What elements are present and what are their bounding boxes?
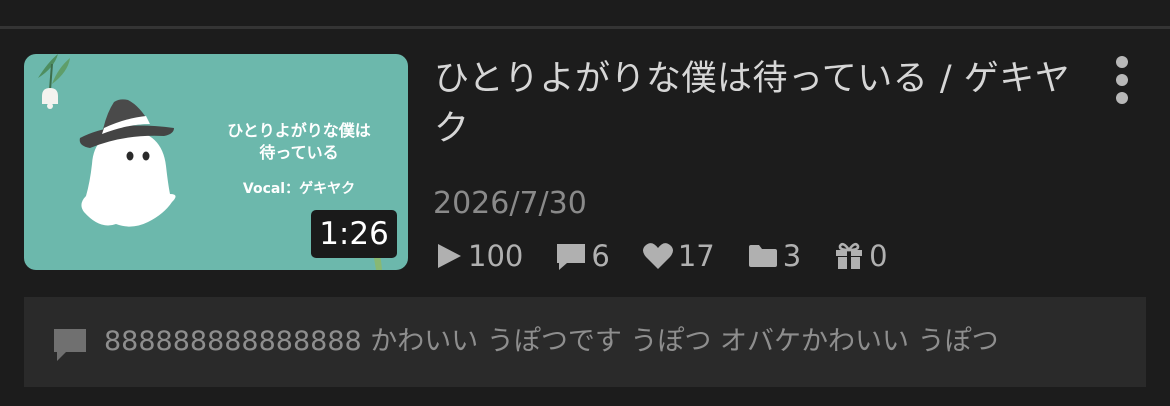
gift-count-value: 0 <box>869 239 888 273</box>
comment-count-value: 6 <box>591 239 610 273</box>
more-options-button[interactable] <box>1104 52 1140 108</box>
comment-icon <box>54 329 86 361</box>
top-divider <box>0 26 1170 29</box>
folder-icon <box>748 245 777 267</box>
video-thumbnail[interactable]: ひとりよがりな僕は 待っている Vocal：ゲキヤク 1:26 <box>24 54 408 270</box>
latest-comments-bar[interactable]: 888888888888888 かわいい うぽつです うぽつ オバケかわいい う… <box>24 297 1146 387</box>
play-count: 100 <box>434 239 523 273</box>
like-count-value: 17 <box>677 239 715 273</box>
more-vertical-icon <box>1116 56 1128 68</box>
duration-badge: 1:26 <box>311 210 397 258</box>
more-dot-middle <box>1116 74 1128 86</box>
like-count: 17 <box>642 239 715 273</box>
play-count-value: 100 <box>468 239 524 273</box>
video-list-page: ひとりよがりな僕は 待っている Vocal：ゲキヤク 1:26 ひとりよがりな僕… <box>0 0 1170 406</box>
stats-row: 100 6 17 3 0 <box>434 236 920 276</box>
comment-icon <box>557 244 586 270</box>
upload-date: 2026/7/30 <box>433 186 587 221</box>
mylist-count: 3 <box>747 239 801 273</box>
gift-count: 0 <box>833 239 888 273</box>
comment-count: 6 <box>555 239 610 273</box>
heart-icon <box>642 243 673 269</box>
play-icon <box>438 244 461 268</box>
gift-icon <box>836 242 863 269</box>
latest-comments-text: 888888888888888 かわいい うぽつです うぽつ オバケかわいい う… <box>104 326 999 357</box>
video-title[interactable]: ひとりよがりな僕は待っている / ゲキヤク <box>434 54 1074 154</box>
mylist-count-value: 3 <box>782 239 802 273</box>
thumbnail-title: ひとりよがりな僕は 待っている <box>227 121 371 162</box>
more-dot-bottom <box>1116 92 1128 104</box>
thumbnail-vocal-credit: Vocal：ゲキヤク <box>242 181 356 197</box>
